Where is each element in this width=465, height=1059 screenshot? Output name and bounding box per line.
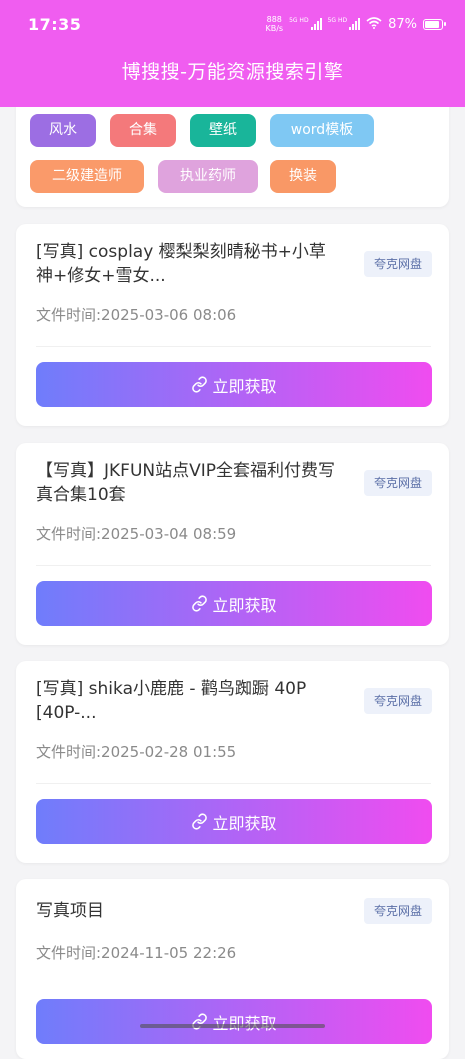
result-title[interactable]: [写真] cosplay 樱梨梨刻晴秘书+小草神+修女+雪女...: [36, 240, 341, 288]
file-time: 文件时间:2025-03-06 08:06: [36, 306, 237, 324]
status-bar: 17:35 888 KB/s 5G HD 5G HD 87%: [0, 0, 465, 48]
link-icon: [191, 595, 208, 612]
source-badge: 夸克网盘: [363, 251, 432, 277]
file-time: 文件时间:2025-02-28 01:55: [36, 743, 237, 761]
get-button[interactable]: 立即获取: [36, 999, 432, 1044]
link-icon: [191, 813, 208, 830]
tag-pharmacist[interactable]: 执业药师: [158, 160, 258, 193]
source-badge: 夸克网盘: [363, 688, 432, 714]
file-time: 文件时间:2024-11-05 22:26: [36, 944, 237, 962]
battery-icon: [423, 18, 446, 30]
battery-percent: 87%: [388, 16, 417, 32]
home-indicator[interactable]: [140, 1024, 325, 1028]
app-title: 博搜搜-万能资源搜索引擎: [121, 61, 344, 83]
tag-fengshui[interactable]: 风水: [30, 114, 96, 147]
get-button-label: 立即获取: [212, 376, 277, 396]
net-speed: 888 KB/s: [265, 15, 284, 33]
get-button-label: 立即获取: [212, 813, 277, 833]
link-icon: [191, 376, 208, 393]
result-card: 写真项目 夸克网盘 文件时间:2024-11-05 22:26 立即获取: [16, 879, 449, 1059]
app-header: 17:35 888 KB/s 5G HD 5G HD 87% 博搜搜-万能资源搜…: [0, 0, 465, 107]
result-card: 【写真】JKFUN站点VIP全套福利付费写真合集10套 夸克网盘 文件时间:20…: [16, 443, 449, 645]
tag-cloud: 风水 合集 壁纸 word模板 二级建造师 执业药师 换装: [16, 90, 449, 207]
wifi-icon: [366, 16, 382, 32]
source-badge: 夸克网盘: [363, 470, 432, 496]
signal-sim2-icon: 5G HD: [328, 18, 361, 30]
divider: [36, 783, 431, 784]
tag-collection[interactable]: 合集: [110, 114, 176, 147]
status-time: 17:35: [28, 14, 82, 34]
tag-wallpaper[interactable]: 壁纸: [190, 114, 256, 147]
get-button-label: 立即获取: [212, 1013, 277, 1033]
tag-word-template[interactable]: word模板: [270, 114, 374, 147]
divider: [36, 346, 431, 347]
get-button[interactable]: 立即获取: [36, 581, 432, 626]
tag-dressup[interactable]: 换装: [270, 160, 336, 193]
result-title[interactable]: 【写真】JKFUN站点VIP全套福利付费写真合集10套: [36, 459, 341, 507]
result-title[interactable]: [写真] shika小鹿鹿 - 鹳鸟踟蹰 40P [40P-...: [36, 677, 341, 725]
result-title[interactable]: 写真项目: [36, 899, 341, 923]
signal-sim1-icon: 5G HD: [289, 18, 322, 30]
get-button[interactable]: 立即获取: [36, 362, 432, 407]
result-card: [写真] shika小鹿鹿 - 鹳鸟踟蹰 40P [40P-... 夸克网盘 文…: [16, 661, 449, 863]
file-time: 文件时间:2025-03-04 08:59: [36, 525, 237, 543]
divider: [36, 565, 431, 566]
tag-constructor[interactable]: 二级建造师: [30, 160, 144, 193]
status-icons: 888 KB/s 5G HD 5G HD 87%: [265, 15, 446, 33]
source-badge: 夸克网盘: [363, 898, 432, 924]
get-button[interactable]: 立即获取: [36, 799, 432, 844]
result-card: [写真] cosplay 樱梨梨刻晴秘书+小草神+修女+雪女... 夸克网盘 文…: [16, 224, 449, 426]
get-button-label: 立即获取: [212, 595, 277, 615]
